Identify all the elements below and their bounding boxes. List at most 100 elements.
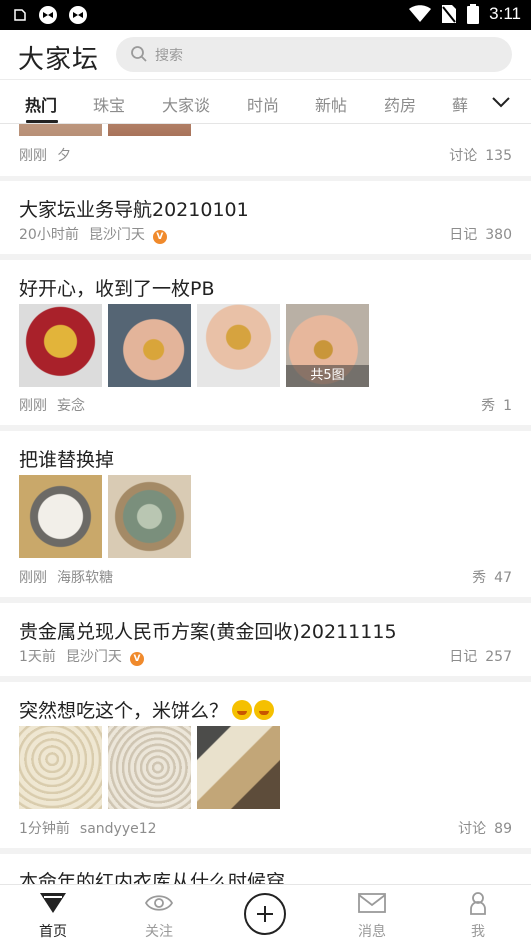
post-stat: 讨论 89: [458, 818, 512, 838]
post-stat-label: 秀: [481, 398, 496, 414]
post-title[interactable]: 好开心，收到了一枚PB: [19, 274, 215, 301]
post-time: 1分钟前: [19, 821, 70, 837]
post-image[interactable]: [108, 726, 191, 809]
post-title[interactable]: 把谁替换掉: [19, 445, 114, 472]
post-stat: 日记 257: [449, 646, 512, 666]
active-tab-indicator: [26, 120, 58, 123]
post-feed[interactable]: 刚刚夕 讨论 135 大家坛业务导航20210101 20小时前 昆沙门天 V 日记 3…: [0, 124, 531, 884]
battery-icon: [467, 4, 480, 24]
post-title[interactable]: 大家坛业务导航20210101: [19, 195, 249, 222]
post-image[interactable]: [108, 475, 191, 558]
nav-follow[interactable]: 关注: [119, 891, 199, 941]
post-title[interactable]: 本命年的红内衣库从什么时候穿: [19, 867, 285, 884]
tab-more-partial[interactable]: 藓: [452, 92, 468, 116]
chevron-down-icon[interactable]: [491, 92, 511, 112]
post-thumbnails: [19, 475, 191, 558]
search-placeholder: 搜索: [155, 48, 183, 64]
post-stat-value: 47: [494, 570, 512, 586]
post-card[interactable]: 突然想吃这个，米饼么？ 1分钟前 sandyye12 讨论 89: [0, 682, 531, 848]
post-card[interactable]: 本命年的红内衣库从什么时候穿: [0, 854, 531, 884]
tab-discussion[interactable]: 大家谈: [162, 92, 210, 116]
post-image[interactable]: [108, 124, 191, 136]
post-stat-label: 讨论: [458, 821, 487, 837]
post-title[interactable]: 贵金属兑现人民币方案(黄金回收)20211115: [19, 617, 397, 644]
post-stat-value: 135: [485, 148, 512, 164]
nav-follow-label: 关注: [145, 924, 173, 940]
post-stat: 讨论 135: [449, 145, 512, 165]
emoji-icon: [232, 700, 253, 720]
nav-home[interactable]: 首页: [13, 891, 93, 941]
post-meta: 1天前 昆沙门天 V: [19, 646, 144, 666]
user-icon: [470, 892, 486, 915]
post-meta: 刚刚 妄念: [19, 395, 85, 415]
image-count-badge: 共5图: [286, 365, 369, 387]
home-diamond-icon: [40, 893, 66, 913]
post-image[interactable]: [197, 726, 280, 809]
post-stat-value: 89: [494, 821, 512, 837]
app-notification-icon: [39, 6, 57, 24]
emoji-icon: [254, 700, 275, 720]
post-image[interactable]: [108, 304, 191, 387]
category-tabs: 热门 珠宝 大家谈 时尚 新帖 药房 藓: [0, 80, 531, 124]
post-author[interactable]: 妄念: [57, 398, 85, 414]
post-time: 1天前: [19, 649, 56, 665]
post-stat: 秀 47: [472, 567, 512, 587]
app-logo[interactable]: 大家坛: [18, 39, 99, 76]
post-card[interactable]: 大家坛业务导航20210101 20小时前 昆沙门天 V 日记 380: [0, 181, 531, 254]
post-thumbnails: [19, 124, 191, 136]
post-stat-label: 讨论: [449, 148, 478, 164]
post-author[interactable]: 昆沙门天: [89, 227, 145, 243]
post-stat-label: 秀: [472, 570, 487, 586]
nav-messages[interactable]: 消息: [332, 891, 412, 941]
post-stat: 日记 380: [449, 224, 512, 244]
post-author[interactable]: 夕: [57, 148, 71, 164]
post-author[interactable]: 海豚软糖: [57, 570, 113, 586]
post-card[interactable]: 刚刚夕 讨论 135: [0, 124, 531, 176]
search-bar[interactable]: 搜索: [116, 37, 512, 72]
nav-messages-label: 消息: [358, 924, 386, 940]
post-title[interactable]: 突然想吃这个，米饼么？: [19, 696, 275, 723]
eye-icon: [144, 895, 174, 911]
search-icon: [131, 46, 147, 62]
post-thumbnails: 共5图: [19, 304, 369, 387]
post-author[interactable]: 昆沙门天: [66, 649, 122, 665]
post-stat: 秀1: [481, 395, 512, 415]
post-meta: 刚刚 海豚软糖: [19, 567, 113, 587]
post-time: 20小时前: [19, 227, 79, 243]
nav-me[interactable]: 我: [438, 891, 518, 941]
post-meta: 1分钟前 sandyye12: [19, 818, 157, 838]
post-image[interactable]: [19, 475, 102, 558]
post-card[interactable]: 把谁替换掉 刚刚 海豚软糖 秀 47: [0, 431, 531, 597]
post-image[interactable]: [19, 124, 102, 136]
post-image[interactable]: [19, 726, 102, 809]
post-stat-value: 380: [485, 227, 512, 243]
plus-icon: [257, 906, 273, 922]
tab-fashion[interactable]: 时尚: [247, 92, 279, 116]
post-image[interactable]: 共5图: [286, 304, 369, 387]
post-stat-label: 日记: [449, 649, 478, 665]
status-bar: 3:11: [0, 0, 531, 30]
wifi-icon: [409, 5, 432, 22]
post-author[interactable]: sandyye12: [80, 821, 157, 837]
post-meta: 20小时前 昆沙门天 V: [19, 224, 167, 244]
nav-me-label: 我: [471, 924, 485, 940]
tab-new-posts[interactable]: 新帖: [315, 92, 347, 116]
post-stat-value: 257: [485, 649, 512, 665]
post-card[interactable]: 贵金属兑现人民币方案(黄金回收)20211115 1天前 昆沙门天 V 日记 257: [0, 603, 531, 676]
post-title-text: 突然想吃这个，米饼么？: [19, 700, 229, 722]
tab-hot[interactable]: 热门: [25, 92, 57, 116]
post-image[interactable]: [19, 304, 102, 387]
post-card[interactable]: 好开心，收到了一枚PB 共5图 刚刚 妄念 秀1: [0, 260, 531, 425]
new-post-button[interactable]: [244, 893, 286, 935]
app-notification-icon-2: [69, 6, 87, 24]
clock: 3:11: [489, 4, 521, 23]
post-time: 刚刚: [19, 148, 47, 164]
app-header: 大家坛 搜索: [0, 30, 531, 80]
nav-home-label: 首页: [39, 924, 67, 940]
post-stat-value: 1: [503, 398, 512, 414]
post-image[interactable]: [197, 304, 280, 387]
post-thumbnails: [19, 726, 280, 809]
notification-app-icon: [14, 9, 26, 21]
tab-pharmacy[interactable]: 药房: [384, 92, 416, 116]
tab-jewelry[interactable]: 珠宝: [93, 92, 125, 116]
